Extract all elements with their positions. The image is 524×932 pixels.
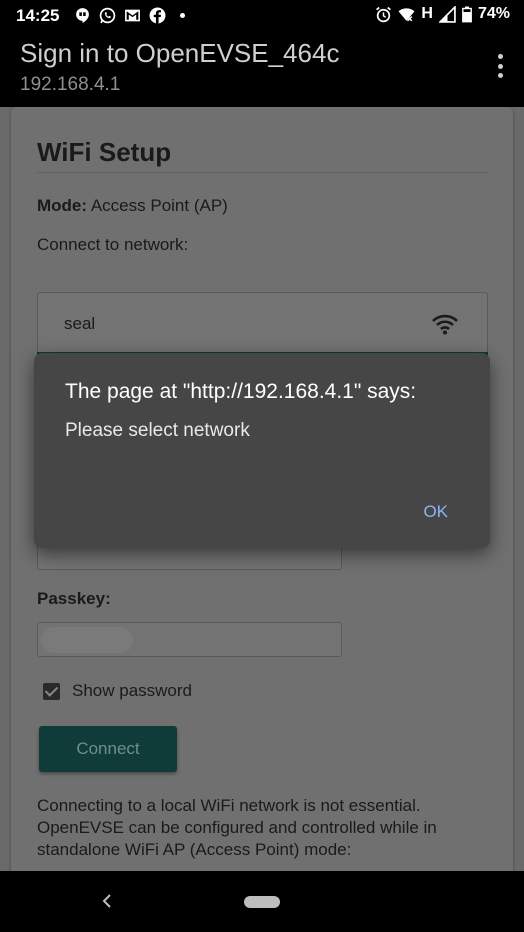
navigation-bar: [0, 871, 524, 932]
status-time: 14:25: [16, 6, 60, 25]
mode-value: Access Point (AP): [90, 196, 228, 215]
network-name: seal: [64, 314, 96, 333]
notification-icons: [74, 7, 185, 24]
wifi-icon: [432, 314, 458, 335]
connect-button[interactable]: Connect: [39, 726, 177, 772]
gmail-icon: [125, 9, 140, 22]
card-title: WiFi Setup: [37, 137, 172, 167]
alarm-icon: [376, 6, 392, 22]
ok-button[interactable]: OK: [423, 502, 448, 522]
back-icon[interactable]: [100, 889, 114, 913]
app-bar: Sign in to OpenEVSE_464c 192.168.4.1: [0, 32, 524, 107]
passkey-label: Passkey:: [37, 589, 111, 608]
home-pill[interactable]: [244, 896, 280, 908]
battery-percent: 74%: [477, 5, 510, 22]
notification-dot-icon: [180, 13, 185, 18]
network-type: H: [421, 5, 433, 22]
show-password-checkbox[interactable]: [43, 682, 60, 700]
dialog-message: Please select network: [65, 420, 250, 441]
page-title: Sign in to OpenEVSE_464c: [20, 38, 340, 68]
mode-line: Mode: Access Point (AP): [37, 196, 228, 216]
show-password-toggle[interactable]: Show password: [43, 681, 192, 701]
whatsapp-icon: [99, 7, 116, 24]
signal-icon: [438, 5, 456, 23]
dialog-title: The page at "http://192.168.4.1" says:: [65, 380, 417, 403]
page-url: 192.168.4.1: [20, 74, 121, 95]
battery-icon: [462, 6, 472, 22]
facebook-icon: [149, 7, 166, 24]
status-bar: 14:25 H 74%: [0, 0, 524, 32]
mode-label: Mode:: [37, 196, 88, 215]
wifi-off-icon: [398, 7, 415, 21]
passkey-field[interactable]: [37, 622, 342, 657]
show-password-label: Show password: [72, 681, 193, 700]
connect-label: Connect to network:: [37, 235, 189, 254]
passkey-redaction: [41, 627, 133, 653]
overflow-menu-icon[interactable]: [496, 54, 504, 78]
divider: [37, 172, 487, 173]
alert-dialog: The page at "http://192.168.4.1" says: P…: [34, 353, 490, 548]
hangouts-icon: [76, 8, 89, 23]
info-text: Connecting to a local WiFi network is no…: [37, 796, 437, 859]
system-icons: H 74%: [375, 5, 510, 23]
